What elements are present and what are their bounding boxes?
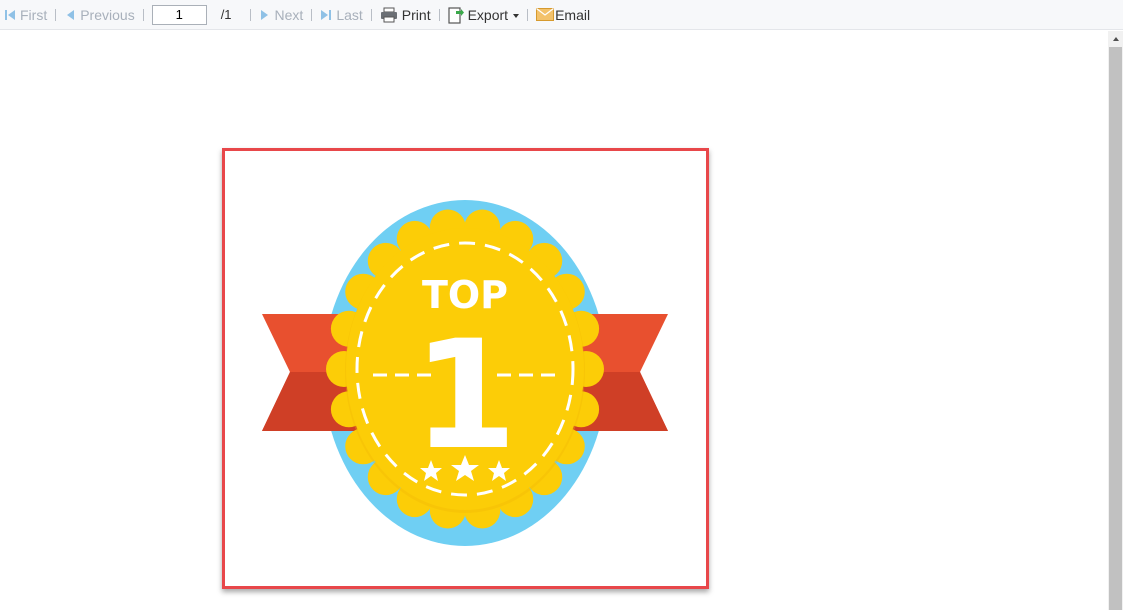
- top-1-badge-image: TOP 1: [262, 200, 668, 546]
- export-icon: [447, 6, 464, 24]
- toolbar-divider: [142, 8, 144, 21]
- export-dropdown-button[interactable]: Export: [444, 0, 523, 30]
- previous-page-button[interactable]: Previous: [60, 0, 138, 30]
- report-viewport[interactable]: TOP 1: [0, 31, 1108, 610]
- page-total-label: /1: [220, 7, 232, 22]
- toolbar-divider: [527, 8, 529, 21]
- toolbar-divider: [438, 8, 440, 21]
- report-page: TOP 1: [222, 148, 709, 589]
- print-label: Print: [401, 6, 431, 23]
- toolbar-divider: [55, 8, 57, 21]
- next-page-button[interactable]: Next: [255, 0, 308, 30]
- next-page-label: Next: [274, 6, 304, 23]
- printer-icon: [380, 7, 398, 23]
- toolbar-divider: [370, 8, 372, 21]
- report-toolbar: First Previous /1 Next Last Print Export: [0, 0, 1123, 30]
- toolbar-divider: [311, 8, 313, 21]
- first-page-button[interactable]: First: [0, 0, 51, 30]
- first-page-label: First: [20, 6, 48, 23]
- toolbar-divider: [249, 8, 251, 21]
- previous-page-icon: [64, 9, 76, 21]
- previous-page-label: Previous: [80, 6, 135, 23]
- next-page-icon: [259, 9, 271, 21]
- last-page-icon: [320, 9, 332, 21]
- last-page-button[interactable]: Last: [316, 0, 366, 30]
- envelope-icon: [536, 8, 555, 21]
- print-button[interactable]: Print: [376, 0, 435, 30]
- chevron-down-icon: [513, 13, 520, 18]
- scroll-up-arrow-icon[interactable]: [1108, 31, 1123, 46]
- email-label: Email: [555, 6, 591, 23]
- vertical-scrollbar[interactable]: [1108, 31, 1123, 610]
- email-button[interactable]: Email: [532, 0, 594, 30]
- last-page-label: Last: [336, 6, 363, 23]
- scrollbar-thumb[interactable]: [1109, 47, 1122, 610]
- page-number-input[interactable]: [151, 4, 207, 25]
- first-page-icon: [4, 9, 16, 21]
- export-label: Export: [467, 6, 509, 23]
